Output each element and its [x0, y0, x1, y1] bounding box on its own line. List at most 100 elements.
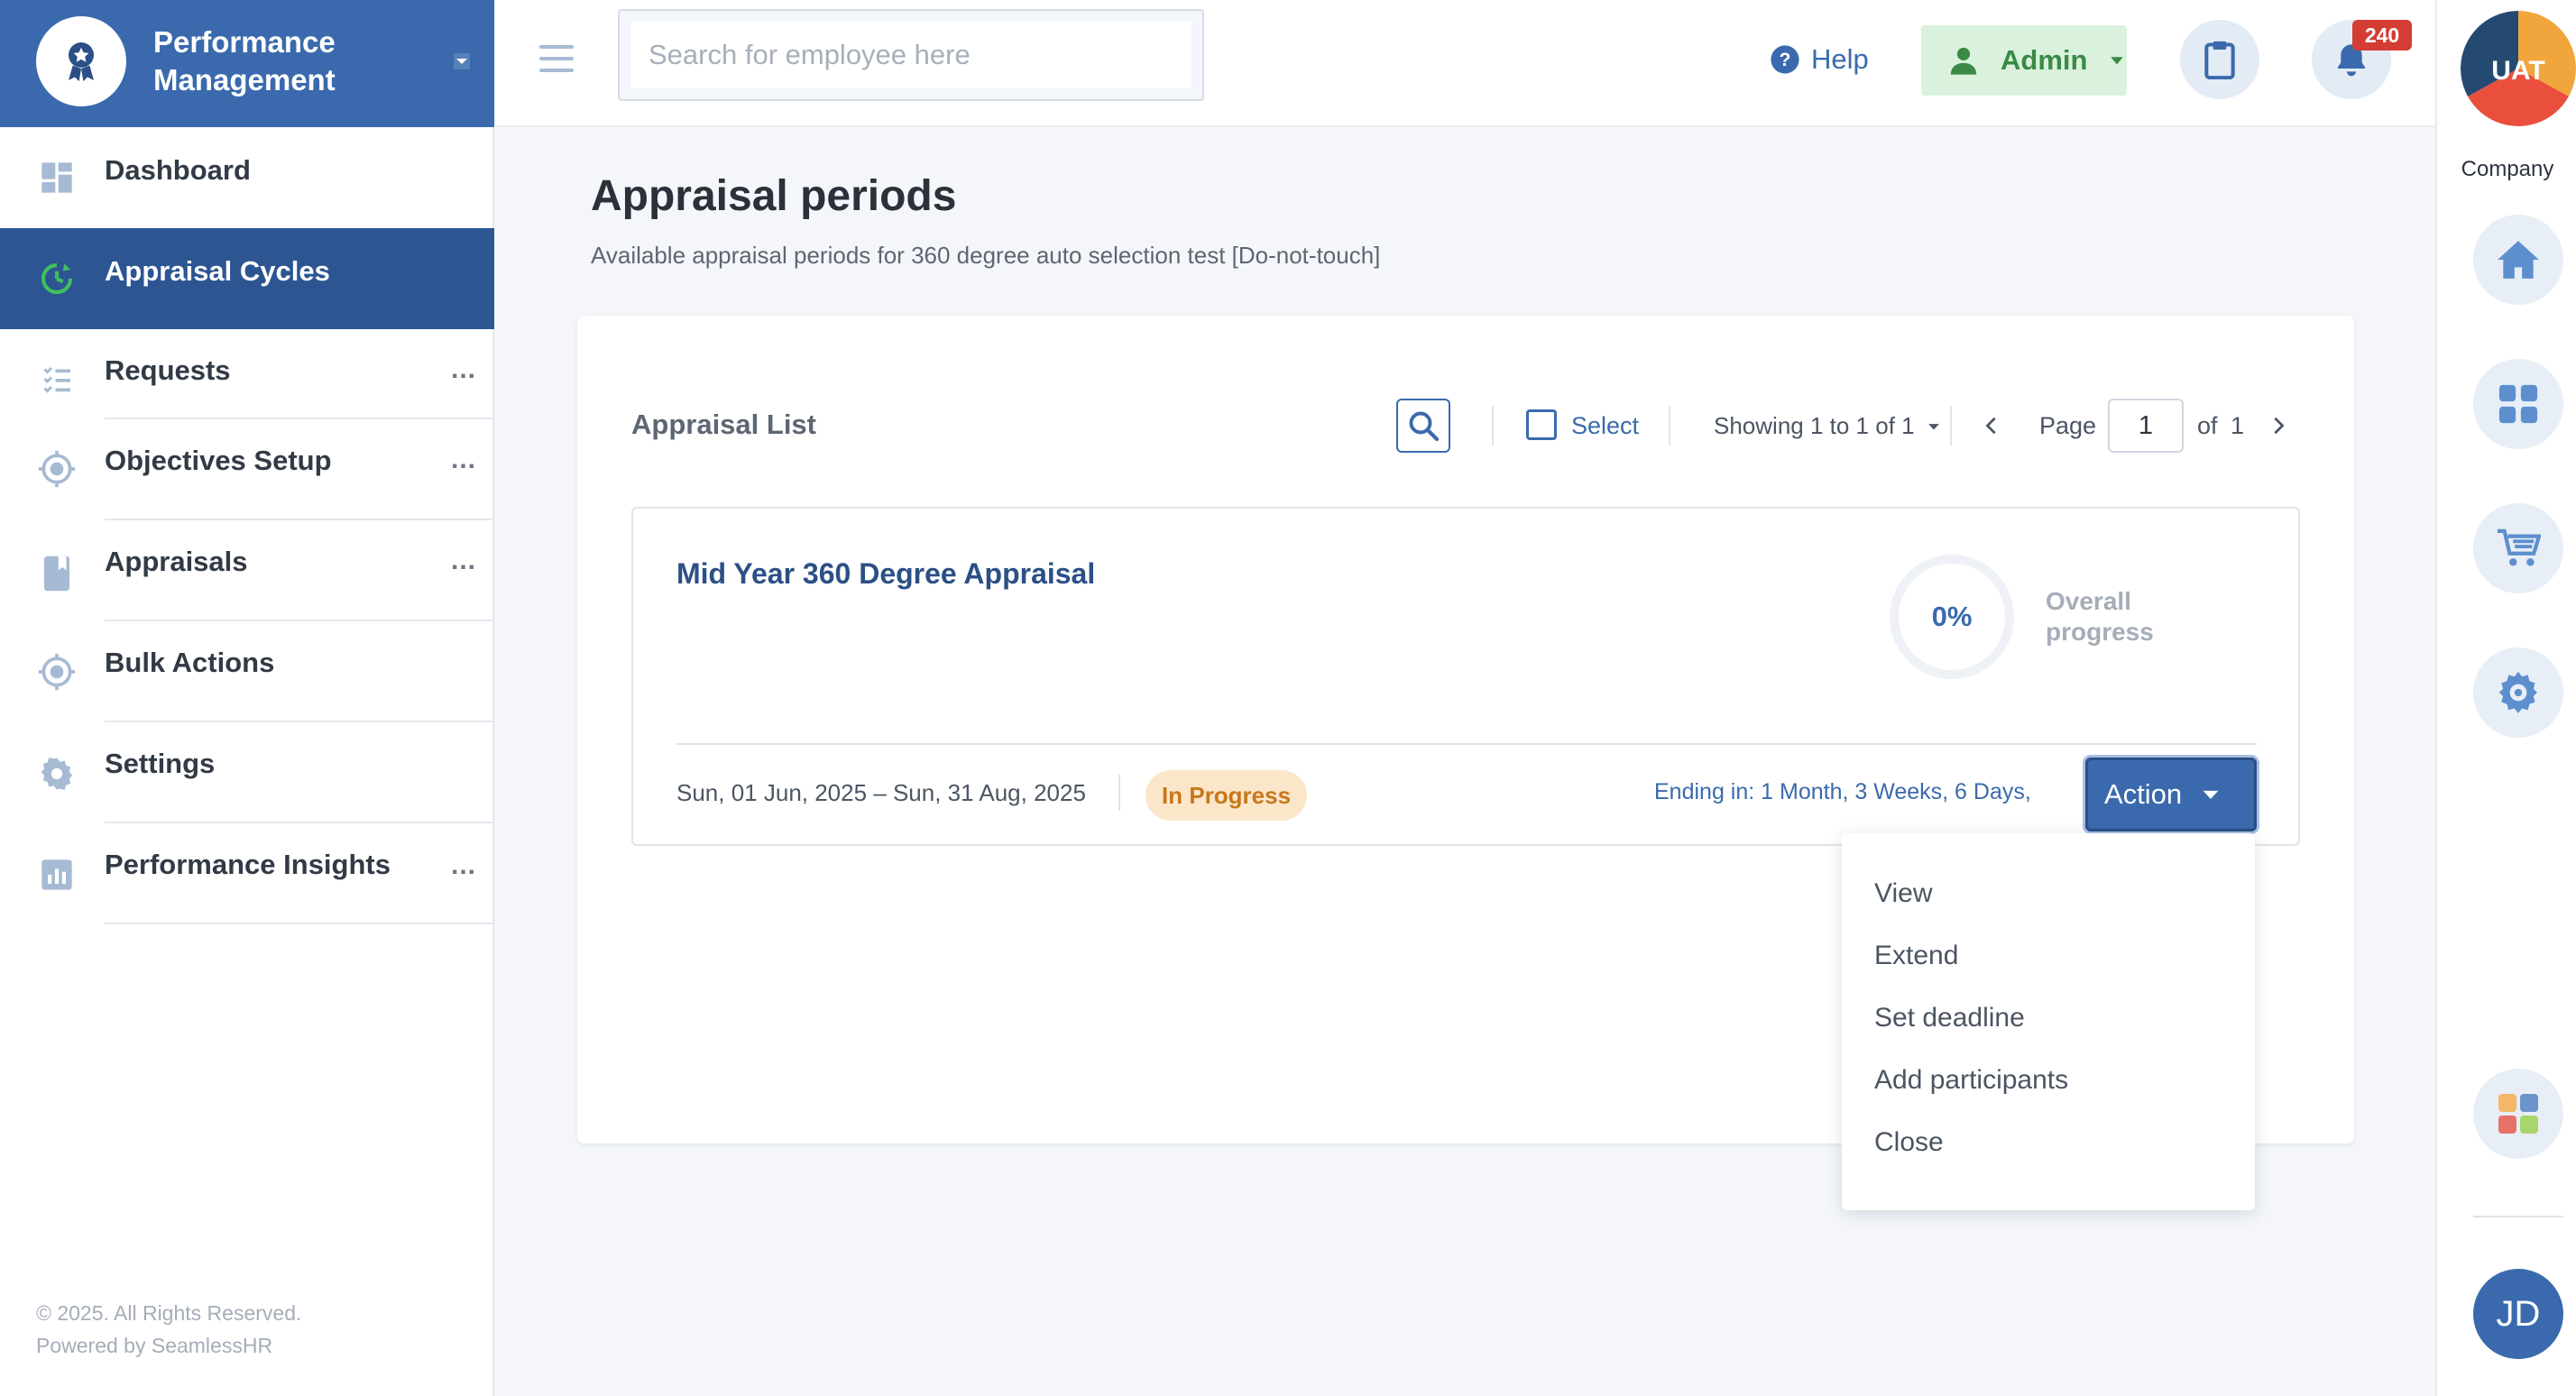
- target-icon: [36, 651, 78, 693]
- sidebar-item-label: Bulk Actions: [105, 647, 275, 678]
- page-of-label: of: [2197, 412, 2218, 439]
- more-icon[interactable]: ...: [451, 445, 476, 475]
- sidebar-item-dashboard[interactable]: Dashboard: [0, 127, 494, 228]
- action-dropdown-button[interactable]: Action: [2085, 758, 2257, 831]
- company-label: Company: [2461, 157, 2554, 181]
- settings-button[interactable]: [2473, 647, 2563, 738]
- page-label: Page: [2039, 412, 2097, 439]
- book-icon: [36, 553, 78, 594]
- award-icon: [36, 16, 126, 106]
- divider: [1118, 775, 1120, 811]
- menu-item-close[interactable]: Close: [1842, 1124, 2255, 1186]
- divider: [2473, 1216, 2563, 1217]
- chevron-down-icon: [2111, 57, 2124, 65]
- menu-item-set-deadline[interactable]: Set deadline: [1842, 999, 2255, 1061]
- apps-grid-button[interactable]: [2473, 359, 2563, 449]
- select-checkbox[interactable]: [1526, 409, 1557, 440]
- action-dropdown-menu: View Extend Set deadline Add participant…: [1842, 833, 2255, 1210]
- home-icon: [2498, 241, 2539, 279]
- list-search-button[interactable]: [1396, 399, 1450, 453]
- ending-countdown: Ending in: 1 Month, 3 Weeks, 6 Days,: [1654, 779, 2031, 804]
- sidebar-item-appraisals[interactable]: Appraisals ...: [0, 520, 494, 621]
- caret-down-icon: [1927, 423, 1939, 429]
- footer-copyright: © 2025. All Rights Reserved. Powered by …: [36, 1297, 301, 1362]
- hamburger-menu-icon[interactable]: [539, 43, 574, 74]
- app-switcher-button[interactable]: [2473, 1069, 2563, 1159]
- sidebar-item-bulk-actions[interactable]: Bulk Actions: [0, 621, 494, 722]
- sidebar-item-label: Performance Insights: [105, 849, 391, 880]
- home-button[interactable]: [2473, 215, 2563, 305]
- brand-title: Performance Management: [153, 25, 336, 96]
- sidebar-item-appraisal-cycles[interactable]: Appraisal Cycles: [0, 228, 494, 329]
- notification-count-badge: 240: [2352, 20, 2412, 51]
- admin-role-button[interactable]: Admin: [1921, 25, 2127, 96]
- sidebar: Performance Management Dashboard Apprais…: [0, 0, 494, 1396]
- user-avatar[interactable]: JD: [2473, 1269, 2563, 1359]
- select-label[interactable]: Select: [1571, 412, 1639, 440]
- sidebar-item-label: Settings: [105, 748, 216, 779]
- page-total: 1: [2231, 412, 2245, 439]
- more-icon[interactable]: ...: [451, 850, 476, 881]
- chart-icon: [36, 854, 78, 895]
- user-icon: [1950, 47, 1977, 75]
- menu-item-add-participants[interactable]: Add participants: [1842, 1061, 2255, 1124]
- powered-by-text: Powered by SeamlessHR: [36, 1334, 273, 1357]
- help-icon: ?: [1771, 45, 1799, 74]
- shop-button[interactable]: [2473, 503, 2563, 593]
- cycle-icon: [36, 258, 78, 299]
- grid-icon: [2498, 384, 2538, 424]
- sidebar-item-objectives-setup[interactable]: Objectives Setup ...: [0, 419, 494, 520]
- page-title: Appraisal periods: [591, 172, 957, 220]
- search-box: [618, 9, 1204, 101]
- top-bar: ? Help Admin 240: [496, 0, 2435, 127]
- appraisal-card: Mid Year 360 Degree Appraisal 0% Overall…: [631, 507, 2300, 846]
- list-title: Appraisal List: [631, 409, 816, 440]
- divider: [105, 923, 494, 924]
- sidebar-item-performance-insights[interactable]: Performance Insights ...: [0, 823, 494, 924]
- chevron-left-icon: [1985, 417, 1996, 435]
- prev-page-button[interactable]: [1975, 409, 2008, 442]
- showing-text: Showing 1 to 1 of 1: [1714, 412, 1915, 439]
- divider: [676, 743, 2257, 745]
- sidebar-item-requests[interactable]: Requests ...: [0, 329, 494, 419]
- apps-icon: [2498, 1094, 2538, 1134]
- dashboard-icon: [36, 157, 78, 198]
- divider: [1950, 406, 1952, 445]
- svg-text:?: ?: [1780, 49, 1791, 70]
- checklist-icon: [36, 358, 78, 400]
- chevron-down-icon[interactable]: [451, 51, 473, 72]
- chevron-right-icon: [2274, 417, 2285, 435]
- company-logo[interactable]: UAT: [2461, 11, 2576, 126]
- help-label: Help: [1811, 43, 1869, 75]
- progress-label: Overall progress: [2046, 587, 2154, 646]
- search-icon: [1409, 411, 1440, 442]
- more-icon[interactable]: ...: [451, 546, 476, 576]
- page-number-input[interactable]: [2108, 399, 2184, 453]
- help-link[interactable]: ? Help: [1770, 40, 1869, 79]
- more-icon[interactable]: ...: [451, 354, 476, 385]
- copyright-text: © 2025. All Rights Reserved.: [36, 1301, 302, 1325]
- menu-item-extend[interactable]: Extend: [1842, 937, 2255, 999]
- sidebar-item-label: Appraisals: [105, 546, 248, 577]
- divider: [1669, 406, 1670, 445]
- sidebar-item-label: Objectives Setup: [105, 445, 332, 476]
- page-subtitle: Available appraisal periods for 360 degr…: [591, 242, 1381, 269]
- progress-value: 0%: [1931, 601, 1973, 632]
- admin-label: Admin: [2001, 44, 2088, 76]
- gear-icon: [2498, 671, 2537, 713]
- sidebar-item-label: Appraisal Cycles: [105, 255, 330, 287]
- caret-down-icon: [2203, 790, 2219, 799]
- divider: [1492, 406, 1494, 445]
- brand-header[interactable]: Performance Management: [0, 0, 494, 127]
- status-badge: In Progress: [1145, 770, 1308, 821]
- appraisal-dates: Sun, 01 Jun, 2025 – Sun, 31 Aug, 2025: [676, 779, 1086, 806]
- sidebar-item-settings[interactable]: Settings: [0, 722, 494, 823]
- showing-range-dropdown[interactable]: Showing 1 to 1 of 1: [1714, 412, 1940, 440]
- gear-icon: [36, 753, 78, 794]
- clipboard-button[interactable]: [2180, 20, 2259, 99]
- next-page-button[interactable]: [2262, 409, 2295, 442]
- menu-item-view[interactable]: View: [1842, 875, 2255, 937]
- appraisal-title-link[interactable]: Mid Year 360 Degree Appraisal: [676, 557, 1095, 591]
- clipboard-icon: [2204, 41, 2235, 79]
- search-input[interactable]: [630, 22, 1191, 88]
